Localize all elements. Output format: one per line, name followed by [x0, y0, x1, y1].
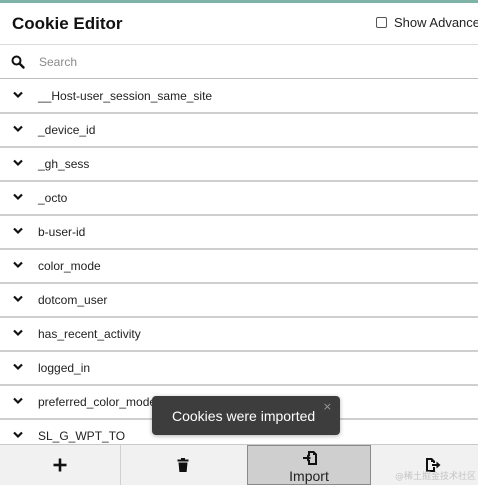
chevron-down-icon[interactable]: [13, 295, 23, 303]
cookie-name: color_mode: [38, 259, 101, 273]
import-icon: [303, 451, 317, 465]
cookie-row[interactable]: _device_id: [0, 114, 478, 148]
search-icon: [11, 55, 25, 69]
cookie-name: has_recent_activity: [38, 327, 141, 341]
trash-icon: [177, 458, 189, 472]
show-advanced-toggle[interactable]: Show Advanced: [376, 15, 478, 30]
cookie-name: __Host-user_session_same_site: [38, 89, 213, 103]
show-advanced-label[interactable]: Show Advanced: [394, 15, 478, 30]
show-advanced-checkbox[interactable]: [376, 17, 387, 28]
chevron-down-icon[interactable]: [13, 397, 23, 405]
cookie-row[interactable]: _gh_sess: [0, 148, 478, 182]
cookie-row[interactable]: logged_in: [0, 352, 478, 386]
cookie-row[interactable]: __Host-user_session_same_site: [0, 80, 478, 114]
chevron-down-icon[interactable]: [13, 363, 23, 371]
cookie-row[interactable]: has_recent_activity: [0, 318, 478, 352]
chevron-down-icon[interactable]: [13, 329, 23, 337]
cookie-name: _octo: [38, 191, 68, 205]
cookie-name: _device_id: [38, 123, 96, 137]
chevron-down-icon[interactable]: [13, 431, 23, 439]
cookie-name: b-user-id: [38, 225, 86, 239]
chevron-down-icon[interactable]: [13, 193, 23, 201]
toast-notification: Cookies were imported ×: [152, 396, 340, 435]
chevron-down-icon[interactable]: [13, 227, 23, 235]
toast-message: Cookies were imported: [172, 408, 316, 424]
cookie-row[interactable]: _octo: [0, 182, 478, 216]
chevron-down-icon[interactable]: [13, 91, 23, 99]
search-bar: [0, 45, 478, 79]
add-cookie-button[interactable]: [0, 445, 121, 485]
cookie-row[interactable]: b-user-id: [0, 216, 478, 250]
toast-close-icon[interactable]: ×: [323, 400, 332, 413]
page-title: Cookie Editor: [12, 14, 123, 33]
import-button-label: Import: [289, 468, 329, 484]
chevron-down-icon[interactable]: [13, 159, 23, 167]
plus-icon: [53, 458, 67, 472]
cookie-name: dotcom_user: [38, 293, 108, 307]
import-button[interactable]: Import: [247, 445, 371, 485]
chevron-down-icon[interactable]: [13, 261, 23, 269]
chevron-down-icon[interactable]: [13, 125, 23, 133]
cookie-name: SL_G_WPT_TO: [38, 429, 126, 443]
cookie-name: preferred_color_mode: [38, 395, 157, 409]
header: Cookie Editor Show Advanced: [0, 3, 478, 45]
cookie-row[interactable]: dotcom_user: [0, 284, 478, 318]
watermark: @稀土掘金技术社区: [394, 472, 476, 482]
bottom-toolbar: Import @稀土掘金技术社区: [0, 444, 478, 485]
cookie-name: logged_in: [38, 361, 91, 375]
cookie-row[interactable]: color_mode: [0, 250, 478, 284]
cookie-name: _gh_sess: [38, 157, 90, 171]
search-input[interactable]: [37, 53, 441, 70]
delete-all-button[interactable]: [121, 445, 247, 485]
